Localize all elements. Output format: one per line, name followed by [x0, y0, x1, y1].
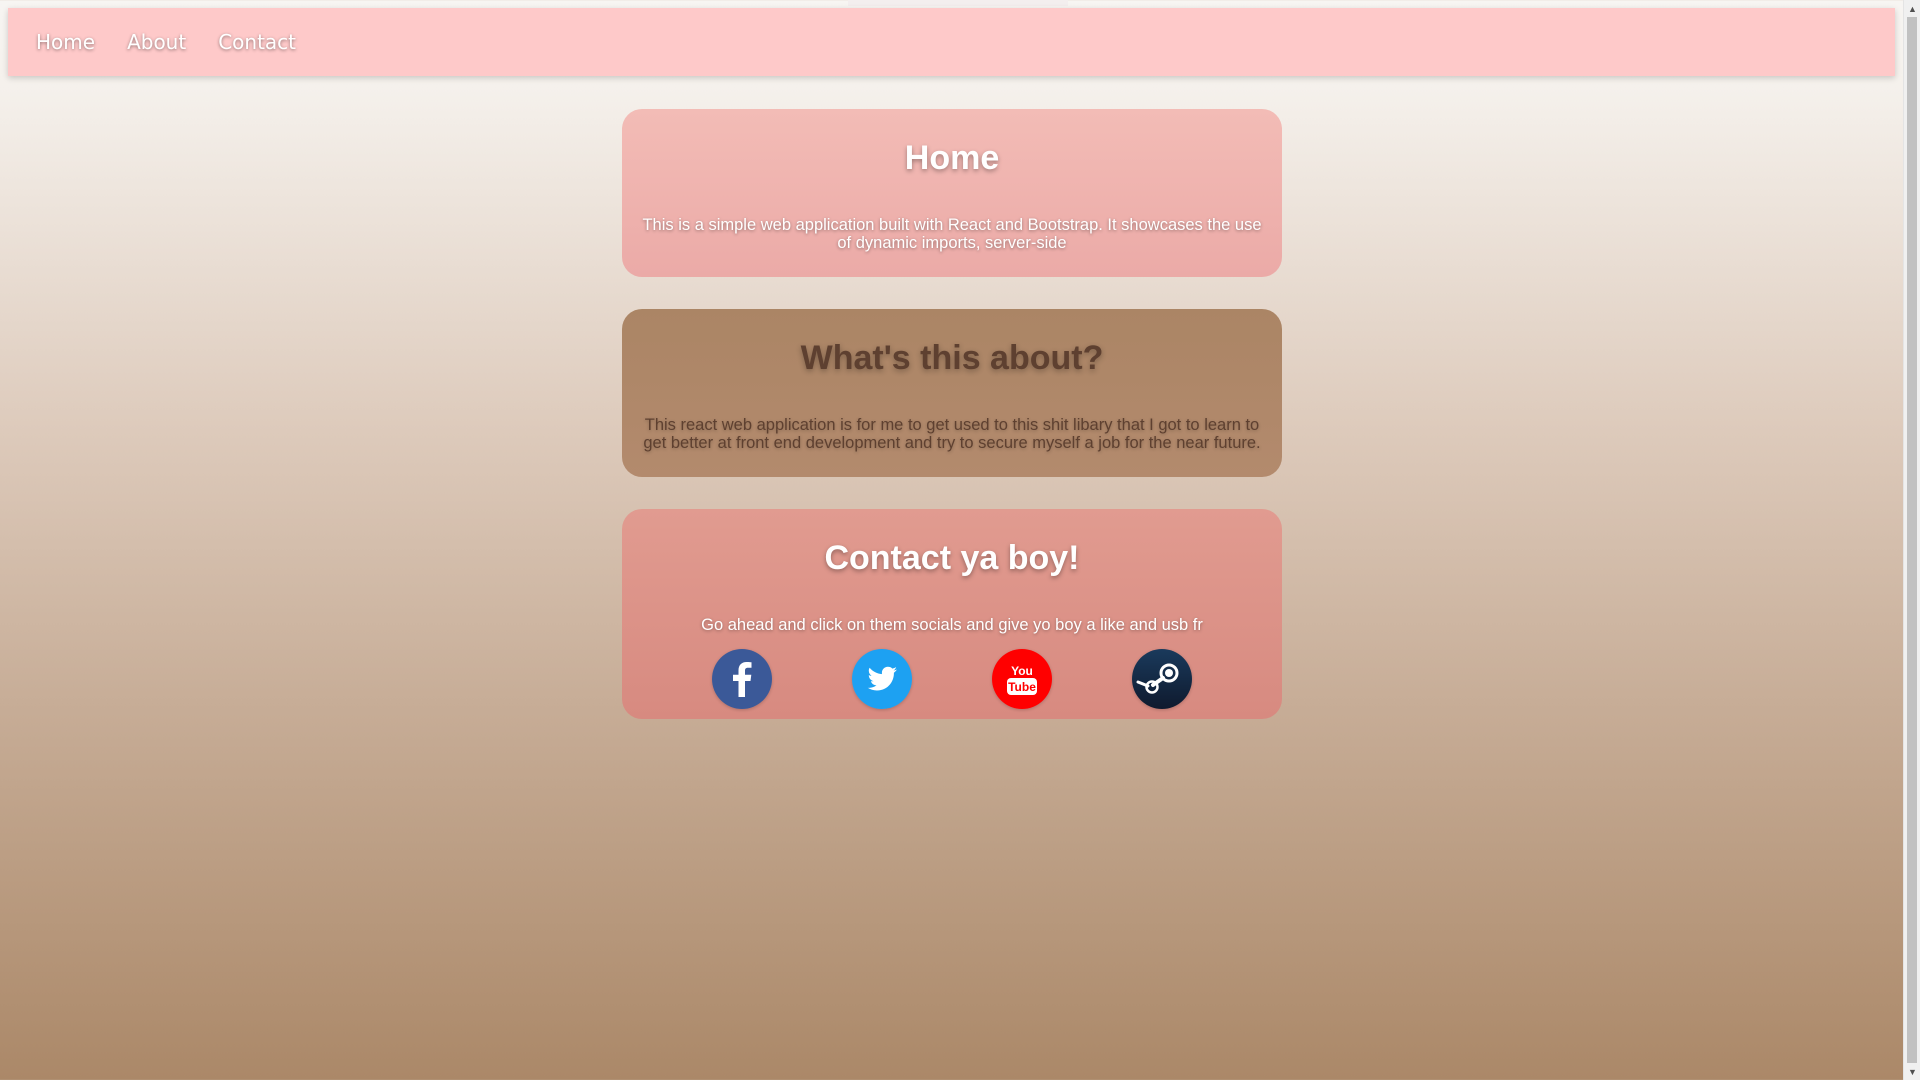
contact-description: Go ahead and click on them socials and g… — [701, 616, 1203, 634]
youtube-link[interactable]: You Tube — [992, 649, 1052, 709]
twitter-icon — [852, 649, 912, 709]
contact-title: Contact ya boy! — [824, 539, 1080, 577]
facebook-link[interactable] — [712, 649, 772, 709]
about-card: What's this about? This react web applic… — [622, 309, 1282, 477]
home-card: Home This is a simple web application bu… — [622, 109, 1282, 277]
nav-link-about[interactable]: About — [111, 22, 202, 62]
scroll-up-arrow-icon[interactable]: ▲ — [1904, 0, 1920, 17]
scroll-down-arrow-icon[interactable]: ▼ — [1904, 1063, 1920, 1080]
steam-link[interactable] — [1132, 649, 1192, 709]
facebook-icon — [712, 649, 772, 709]
nav-link-home[interactable]: Home — [20, 22, 111, 62]
social-links: You Tube — [622, 649, 1282, 711]
svg-text:You: You — [1011, 664, 1033, 678]
nav-link-contact[interactable]: Contact — [202, 22, 312, 62]
twitter-link[interactable] — [852, 649, 912, 709]
steam-icon — [1132, 649, 1192, 709]
home-description: This is a simple web application built w… — [642, 216, 1262, 252]
vertical-scrollbar[interactable]: ▲ ▼ — [1903, 0, 1920, 1080]
youtube-icon: You Tube — [992, 649, 1052, 709]
top-edge-highlight — [848, 0, 1068, 6]
home-title: Home — [904, 139, 1000, 177]
contact-card: Contact ya boy! Go ahead and click on th… — [622, 509, 1282, 719]
about-description: This react web application is for me to … — [643, 416, 1261, 452]
svg-text:Tube: Tube — [1008, 680, 1036, 694]
scrollbar-thumb[interactable] — [1907, 17, 1917, 1063]
about-title: What's this about? — [800, 339, 1104, 377]
navbar: Home About Contact — [8, 8, 1895, 76]
